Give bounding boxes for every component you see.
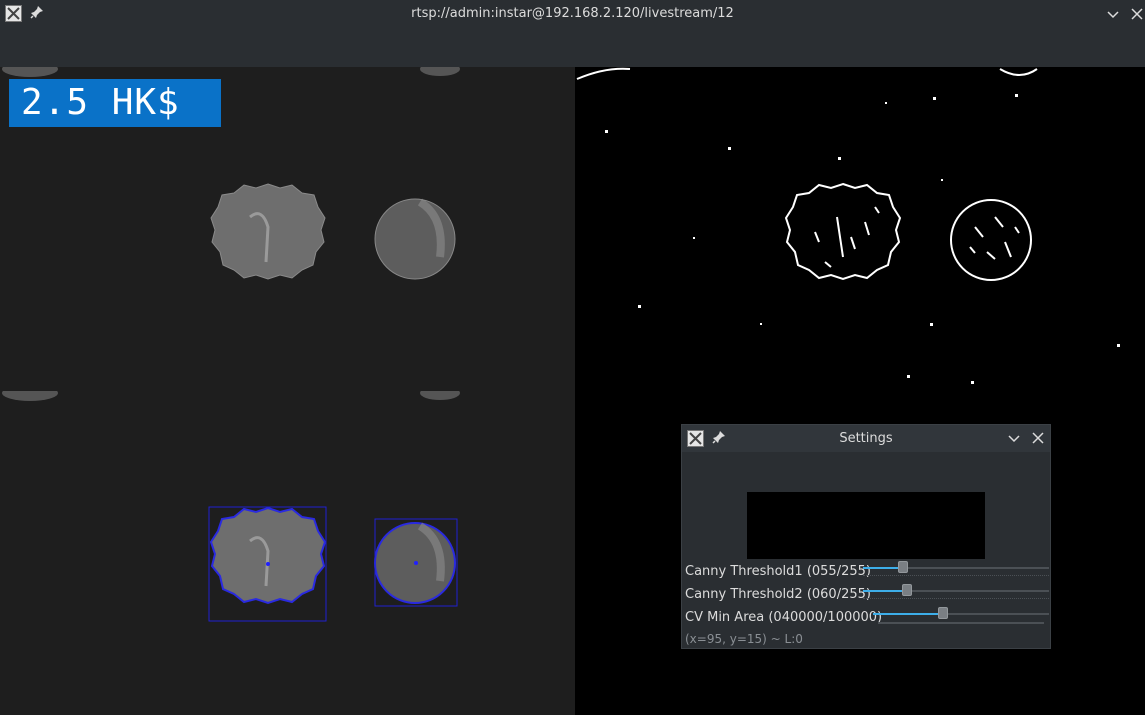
close-icon[interactable] bbox=[1028, 428, 1048, 448]
camera-view-grayscale: 2.5 HK$ bbox=[0, 67, 575, 391]
settings-preview bbox=[747, 492, 985, 559]
slider-label-cv-min-area: CV Min Area (040000/100000) bbox=[685, 610, 883, 625]
detection-image bbox=[2, 391, 460, 622]
window-title: rtsp://admin:instar@192.168.2.120/livest… bbox=[411, 6, 734, 21]
slider-handle-canny-threshold2[interactable] bbox=[902, 584, 912, 596]
price-label: 2.5 HK$ bbox=[9, 79, 221, 127]
close-icon[interactable] bbox=[1127, 4, 1145, 24]
slider-groove bbox=[878, 622, 1044, 624]
slider-fill-canny-threshold1 bbox=[863, 567, 903, 569]
slider-ticks bbox=[863, 575, 1049, 579]
settings-titlebar[interactable]: Settings bbox=[682, 425, 1050, 452]
slider-handle-cv-min-area[interactable] bbox=[938, 607, 948, 619]
chevron-down-icon[interactable] bbox=[1103, 4, 1123, 24]
window-titlebar[interactable]: rtsp://admin:instar@192.168.2.120/livest… bbox=[0, 0, 1145, 28]
slider-fill-cv-min-area bbox=[873, 613, 943, 615]
detection-view bbox=[0, 391, 575, 715]
slider-fill-canny-threshold2 bbox=[863, 590, 907, 592]
settings-dialog[interactable]: Settings Canny Threshold1 (055/255) Cann… bbox=[681, 424, 1051, 649]
status-readout: (x=95, y=15) ~ L:0 bbox=[685, 632, 803, 646]
slider-label-canny-threshold1: Canny Threshold1 (055/255) bbox=[685, 564, 871, 579]
settings-title: Settings bbox=[839, 431, 893, 446]
chevron-down-icon[interactable] bbox=[1004, 428, 1024, 448]
slider-ticks bbox=[863, 598, 1049, 602]
toolbar bbox=[0, 28, 1145, 68]
slider-label-canny-threshold2: Canny Threshold2 (060/255) bbox=[685, 587, 871, 602]
slider-handle-canny-threshold1[interactable] bbox=[898, 561, 908, 573]
